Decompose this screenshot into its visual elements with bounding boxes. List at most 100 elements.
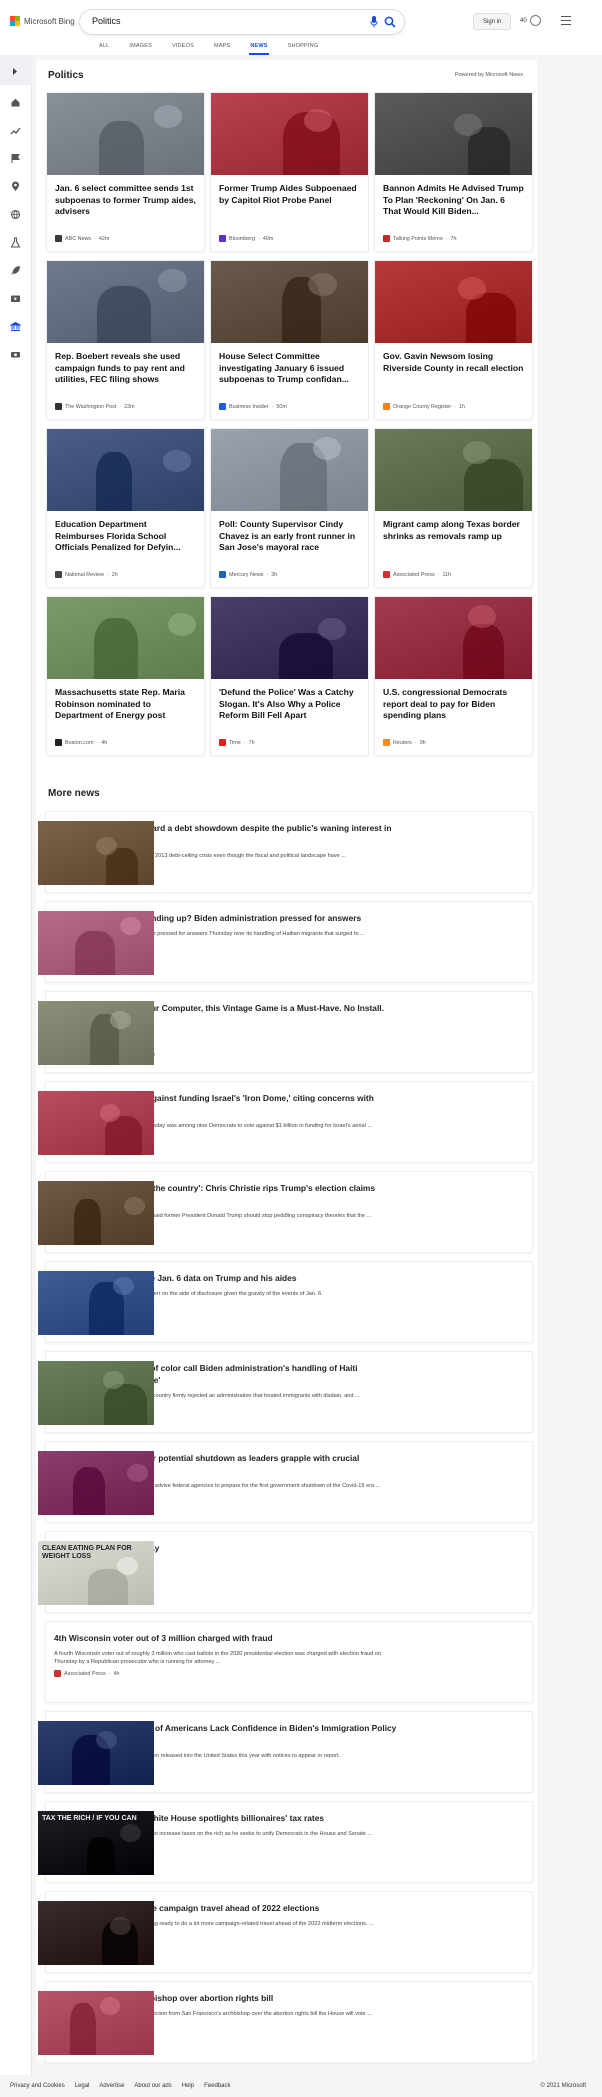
news-list-item[interactable]: 'He put himself ahead of the country': C…: [38, 1172, 532, 1252]
news-list-item[interactable]: 4th Wisconsin voter out of 3 million cha…: [46, 1622, 532, 1702]
news-card-title[interactable]: Migrant camp along Texas border shrinks …: [383, 519, 524, 542]
source-name[interactable]: Reuters: [393, 740, 412, 746]
news-card[interactable]: Massachusetts state Rep. Maria Robinson …: [47, 597, 204, 755]
rewards-button[interactable]: 40: [520, 15, 541, 26]
news-item-title[interactable]: 4th Wisconsin voter out of 3 million cha…: [54, 1632, 399, 1644]
news-card-image[interactable]: [375, 93, 532, 175]
news-card-title[interactable]: Education Department Reimburses Florida …: [55, 519, 196, 554]
tab-maps[interactable]: MAPS: [204, 42, 240, 55]
news-card[interactable]: House Select Committee investigating Jan…: [211, 261, 368, 419]
source-name[interactable]: Mercury News: [229, 572, 263, 578]
news-list-item[interactable]: Ayanna Pressley votes against funding Is…: [38, 1082, 532, 1162]
news-item-thumbnail[interactable]: tax the rich / if you can: [38, 1811, 154, 1875]
sponsored-item[interactable]: If You Spend Time on Your Computer, this…: [38, 992, 532, 1072]
news-item-thumbnail[interactable]: [38, 1271, 154, 1335]
news-card[interactable]: Former Trump Aides Subpoenaed by Capitol…: [211, 93, 368, 251]
news-card-image[interactable]: [211, 93, 368, 175]
news-list-item[interactable]: Congress is hurtling toward a debt showd…: [38, 812, 532, 892]
footer-link-advertise[interactable]: Advertise: [99, 2083, 124, 2089]
sponsored-item[interactable]: Start Losing Weight TodayAdunimeal.comCL…: [38, 1532, 532, 1612]
news-item-thumbnail[interactable]: CLEAN EATING PLAN FOR WEIGHT LOSS: [38, 1541, 154, 1605]
expand-icon[interactable]: [10, 64, 21, 75]
news-card-title[interactable]: 'Defund the Police' Was a Catchy Slogan.…: [219, 687, 360, 722]
news-card-image[interactable]: [375, 429, 532, 511]
tab-news[interactable]: NEWS: [240, 42, 277, 55]
news-list-item[interactable]: White House may release Jan. 6 data on T…: [38, 1262, 532, 1342]
news-card-title[interactable]: House Select Committee investigating Jan…: [219, 351, 360, 386]
news-card[interactable]: Bannon Admits He Advised Trump To Plan '…: [375, 93, 532, 251]
news-item-thumbnail[interactable]: [38, 1001, 154, 1065]
footer-link-feedback[interactable]: Feedback: [204, 2083, 230, 2089]
source-name[interactable]: Associated Press: [64, 1671, 106, 1677]
search-box[interactable]: Politics: [80, 10, 404, 34]
news-list-item[interactable]: Trump preparing for more campaign travel…: [38, 1892, 532, 1972]
news-card-title[interactable]: Former Trump Aides Subpoenaed by Capitol…: [219, 183, 360, 206]
tab-images[interactable]: IMAGES: [119, 42, 162, 55]
source-name[interactable]: Orange County Register: [393, 404, 451, 410]
news-card[interactable]: Rep. Boebert reveals she used campaign f…: [47, 261, 204, 419]
news-list-item[interactable]: Boston elected officials of color call B…: [38, 1352, 532, 1432]
news-item-thumbnail[interactable]: [38, 1091, 154, 1155]
news-card-title[interactable]: Bannon Admits He Advised Trump To Plan '…: [383, 183, 524, 218]
news-card-image[interactable]: [211, 429, 368, 511]
news-card-image[interactable]: [375, 597, 532, 679]
footer-link-privacy-and-cookies[interactable]: Privacy and Cookies: [10, 2083, 65, 2089]
politics-icon[interactable]: [0, 315, 32, 334]
news-item-thumbnail[interactable]: [38, 821, 154, 885]
news-card[interactable]: Gov. Gavin Newsom losing Riverside Count…: [375, 261, 532, 419]
news-card[interactable]: Migrant camp along Texas border shrinks …: [375, 429, 532, 587]
money-icon[interactable]: [10, 347, 21, 358]
hamburger-menu-icon[interactable]: [561, 16, 571, 25]
news-card-title[interactable]: Gov. Gavin Newsom losing Riverside Count…: [383, 351, 524, 374]
news-card[interactable]: 'Defund the Police' Was a Catchy Slogan.…: [211, 597, 368, 755]
location-icon[interactable]: [10, 179, 21, 191]
news-item-thumbnail[interactable]: [38, 1361, 154, 1425]
footer-link-about-our-ads[interactable]: About our ads: [134, 2083, 171, 2089]
news-card-image[interactable]: [211, 261, 368, 343]
news-item-thumbnail[interactable]: [38, 1721, 154, 1785]
video-icon[interactable]: [10, 291, 21, 302]
sign-in-button[interactable]: Sign in: [473, 13, 512, 30]
news-card[interactable]: Poll: County Supervisor Cindy Chavez is …: [211, 429, 368, 587]
news-card-image[interactable]: [47, 597, 204, 679]
news-card-image[interactable]: [375, 261, 532, 343]
home-icon[interactable]: [10, 95, 21, 107]
news-list-item[interactable]: In push to tax the rich, White House spo…: [38, 1802, 532, 1882]
source-name[interactable]: The Washington Post: [65, 404, 116, 410]
news-item-thumbnail[interactable]: [38, 1181, 154, 1245]
tab-all[interactable]: ALL: [89, 42, 119, 55]
source-name[interactable]: Business Insider: [229, 404, 269, 410]
news-item-thumbnail[interactable]: [38, 1991, 154, 2055]
news-card-image[interactable]: [47, 261, 204, 343]
news-list-item[interactable]: New Poll Shows Majority of Americans Lac…: [38, 1712, 532, 1792]
source-name[interactable]: National Review: [65, 572, 104, 578]
science-icon[interactable]: [10, 235, 21, 248]
footer-link-help[interactable]: Help: [182, 2083, 194, 2089]
news-list-item[interactable]: Pelosi fires back at archbishop over abo…: [38, 1982, 532, 2062]
news-card[interactable]: U.S. congressional Democrats report deal…: [375, 597, 532, 755]
tab-shopping[interactable]: SHOPPING: [278, 42, 329, 55]
news-card-title[interactable]: Rep. Boebert reveals she used campaign f…: [55, 351, 196, 386]
microphone-icon[interactable]: [370, 16, 378, 28]
flag-icon[interactable]: [10, 151, 21, 163]
news-item-thumbnail[interactable]: [38, 1901, 154, 1965]
source-name[interactable]: Associated Press: [393, 572, 435, 578]
news-card-title[interactable]: U.S. congressional Democrats report deal…: [383, 687, 524, 722]
source-name[interactable]: Bloomberg: [229, 236, 255, 242]
news-card-title[interactable]: Massachusetts state Rep. Maria Robinson …: [55, 687, 196, 722]
news-card-image[interactable]: [211, 597, 368, 679]
search-icon[interactable]: [384, 16, 396, 28]
bing-logo[interactable]: Microsoft Bing: [10, 16, 75, 26]
news-card[interactable]: Education Department Reimburses Florida …: [47, 429, 204, 587]
tab-videos[interactable]: VIDEOS: [162, 42, 204, 55]
globe-icon[interactable]: [10, 207, 21, 220]
source-name[interactable]: Time: [229, 740, 241, 746]
news-card-title[interactable]: Poll: County Supervisor Cindy Chavez is …: [219, 519, 360, 554]
source-name[interactable]: Boston.com: [65, 740, 93, 746]
news-card[interactable]: Jan. 6 select committee sends 1st subpoe…: [47, 93, 204, 251]
news-card-image[interactable]: [47, 93, 204, 175]
search-input[interactable]: Politics: [92, 16, 121, 26]
news-list-item[interactable]: Where are the Haitians ending up? Biden …: [38, 902, 532, 982]
news-card-title[interactable]: Jan. 6 select committee sends 1st subpoe…: [55, 183, 196, 218]
trending-icon[interactable]: [10, 123, 21, 135]
